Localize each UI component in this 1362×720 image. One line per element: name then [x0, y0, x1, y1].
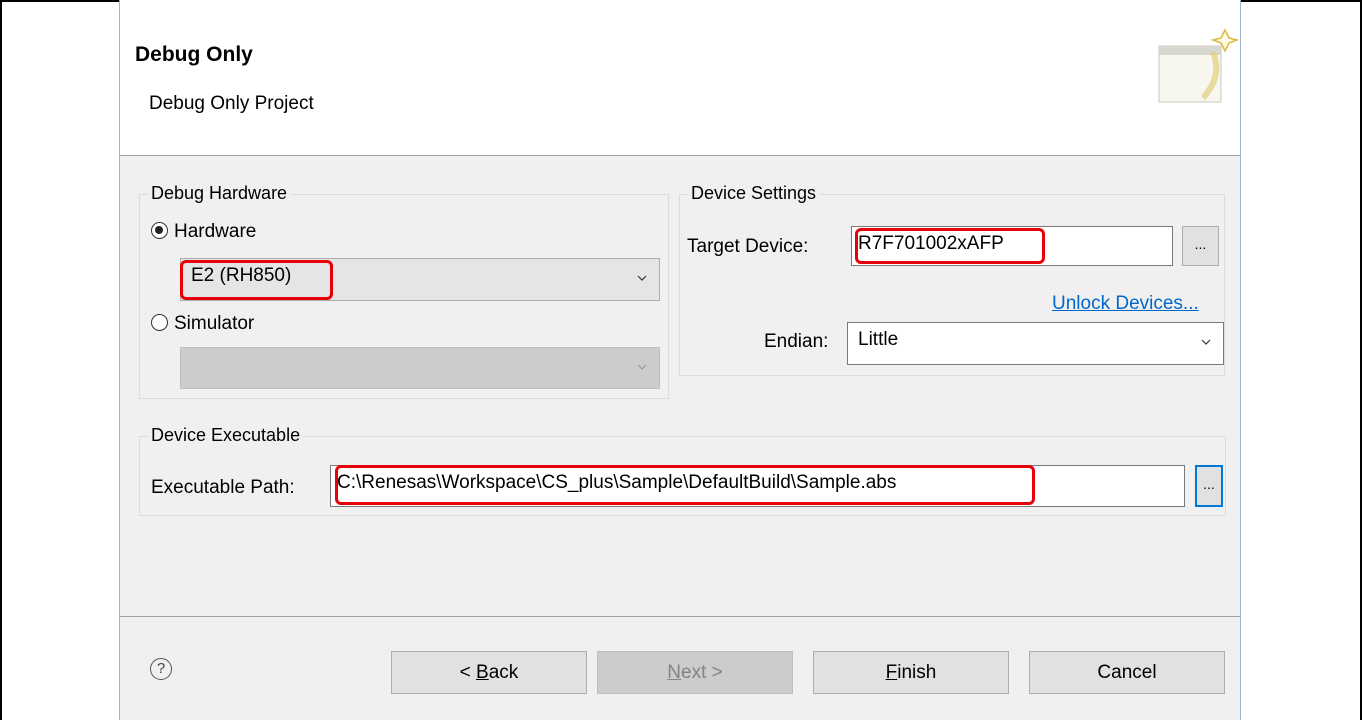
- back-button-label: < Back: [459, 661, 519, 683]
- chevron-down-icon: [1201, 339, 1211, 345]
- hardware-radio[interactable]: [151, 222, 168, 239]
- back-button[interactable]: < Back: [391, 651, 587, 694]
- executable-path-label: Executable Path:: [151, 477, 295, 498]
- device-executable-title: Device Executable: [148, 425, 304, 446]
- simulator-radio[interactable]: [151, 314, 168, 331]
- hardware-select[interactable]: E2 (RH850): [180, 258, 660, 301]
- next-button-label: Next >: [667, 661, 723, 683]
- target-device-label: Target Device:: [687, 236, 809, 257]
- debug-hardware-title: Debug Hardware: [148, 183, 291, 204]
- unlock-devices-link[interactable]: Unlock Devices...: [1052, 293, 1199, 315]
- endian-select[interactable]: Little: [847, 322, 1224, 365]
- executable-path-input[interactable]: C:\Renesas\Workspace\CS_plus\Sample\Defa…: [330, 465, 1185, 507]
- simulator-radio-label[interactable]: Simulator: [174, 313, 254, 335]
- executable-path-browse-button[interactable]: ...: [1195, 465, 1223, 507]
- hardware-radio-label[interactable]: Hardware: [174, 221, 256, 243]
- hardware-select-value: E2 (RH850): [191, 265, 292, 286]
- wizard-header: Debug Only Debug Only Project: [120, 0, 1240, 156]
- help-icon[interactable]: ?: [150, 658, 172, 680]
- chevron-down-icon: [637, 275, 647, 281]
- wizard-dialog: Debug Only Debug Only Project Debug Hard…: [119, 0, 1241, 720]
- device-settings-title: Device Settings: [688, 183, 820, 204]
- endian-label: Endian:: [764, 331, 829, 352]
- target-device-browse-button[interactable]: ...: [1182, 226, 1219, 266]
- next-button: Next >: [597, 651, 793, 694]
- target-device-input[interactable]: R7F701002xAFP: [851, 226, 1173, 266]
- finish-button-label: Finish: [885, 661, 937, 683]
- cancel-button[interactable]: Cancel: [1029, 651, 1225, 694]
- executable-path-value: C:\Renesas\Workspace\CS_plus\Sample\Defa…: [337, 472, 897, 493]
- simulator-select: [180, 347, 660, 389]
- chevron-down-icon: [637, 364, 647, 370]
- page-title: Debug Only: [135, 43, 253, 66]
- page-subtitle: Debug Only Project: [149, 93, 314, 114]
- wizard-content: Debug Hardware Hardware E2 (RH850) Simul…: [120, 156, 1240, 617]
- target-device-value: R7F701002xAFP: [858, 233, 1004, 254]
- wizard-banner-icon: [1158, 28, 1239, 103]
- endian-select-value: Little: [858, 329, 899, 350]
- finish-button[interactable]: Finish: [813, 651, 1009, 694]
